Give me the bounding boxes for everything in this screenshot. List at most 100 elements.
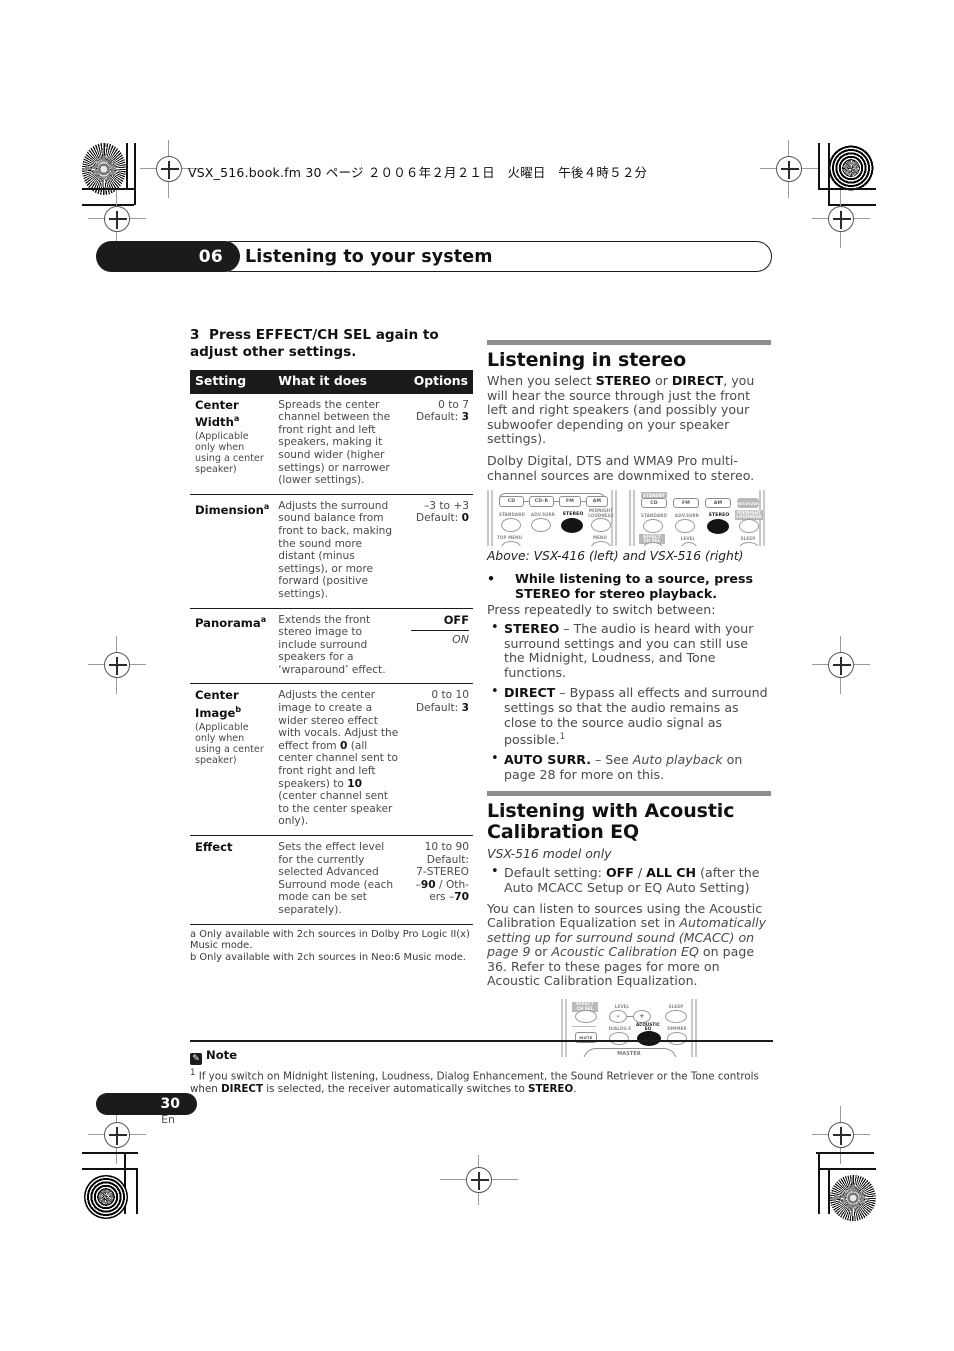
eq-default-mid: /: [633, 864, 647, 880]
button-midnight-loudness[interactable]: [591, 518, 611, 533]
options-line3-post: / Oth-: [435, 878, 469, 891]
table-row: Effect Sets the effect level for the cur…: [190, 834, 473, 924]
option-off: OFF: [443, 612, 469, 627]
stereo-mode-list: STEREO – The audio is heard with your su…: [487, 621, 771, 783]
print-file-line: VSX_516.book.fm 30 ページ ２００６年２月２１日 火曜日 午後…: [188, 165, 648, 180]
label-dimmer: DIMMER: [667, 1026, 687, 1032]
step-3: 3 Press EFFECT/CH SEL again to adjust oth…: [190, 327, 473, 361]
source-button-cdr[interactable]: CD-R: [529, 496, 554, 508]
cell-setting: Effect: [190, 834, 274, 924]
note-text-mid: is selected, the receiver automatically …: [263, 1082, 529, 1095]
note-text-post: .: [573, 1082, 577, 1095]
desc-value-10: 10: [347, 777, 362, 790]
setting-name-text: Dimension: [195, 502, 264, 517]
options-default-label: Default:: [415, 512, 459, 525]
cell-description: Adjusts the surround sound balance from …: [273, 493, 406, 608]
registration-mark-midleft: [104, 652, 130, 678]
button-level-plus[interactable]: [681, 542, 697, 547]
options-default-label: Default:: [415, 702, 459, 715]
label-dialog-e: DIALOG E: [608, 1026, 632, 1032]
button-midnight-loudness[interactable]: [739, 519, 759, 534]
lead-bullet-press-stereo: • While listening to a source, press STER…: [487, 571, 771, 601]
setting-name: Center Imageb: [195, 688, 241, 720]
bullet-dot: •: [487, 571, 496, 587]
mode-desc-italic-ref: Auto playback: [632, 752, 723, 768]
source-button-fm[interactable]: FM: [673, 498, 699, 509]
source-button-am[interactable]: AM: [586, 496, 608, 508]
eq-title-line2: Calibration EQ: [487, 820, 640, 843]
footnote-ref-a: a: [260, 615, 267, 625]
source-button-receiver[interactable]: RECEIVER: [737, 498, 759, 509]
label-sleep: SLEEP: [668, 1004, 684, 1010]
p1-bold-stereo: STEREO: [595, 373, 652, 388]
registration-mark-top: [156, 156, 182, 182]
section-title-listening-in-stereo: Listening in stereo: [487, 349, 687, 371]
note-bold-direct: DIRECT: [221, 1082, 264, 1095]
cell-setting: Center Widtha (Applicable only when usin…: [190, 394, 273, 495]
button-advsurr[interactable]: [531, 518, 551, 533]
button-effect-ch-sel[interactable]: [575, 1010, 597, 1024]
col-header-what: What it does: [273, 370, 406, 394]
step-text: Press EFFECT/CH SEL again to adjust othe…: [190, 327, 439, 360]
label-stereo: STEREO: [707, 513, 731, 519]
p1-mid: or: [651, 373, 672, 388]
label-advsurr: ADV.SURR: [530, 512, 556, 518]
source-button-fm[interactable]: FM: [559, 496, 581, 508]
eq-default-list: Default setting: OFF / ALL CH (after the…: [487, 864, 771, 896]
button-stereo-selected[interactable]: [561, 518, 583, 534]
remote-figure-pair: CD CD-R FM AM STANDARD ADV.SURR STEREO M…: [487, 490, 771, 547]
label-level-plus: +: [639, 1013, 645, 1021]
col-header-options: Options: [405, 370, 473, 394]
section-title-acoustic-eq: Listening with Acoustic Calibration EQ: [487, 800, 771, 843]
source-button-cd[interactable]: CD: [641, 498, 667, 509]
setting-name: Effect: [195, 840, 233, 854]
button-sleep[interactable]: [739, 542, 759, 547]
remote-illustration-vsx516: STANDBY CD FM AM RECEIVER STANDARD ADV.S…: [629, 490, 765, 547]
table-row: Center Imageb (Applicable only when usin…: [190, 683, 473, 836]
label-standby: STANDBY: [641, 492, 667, 498]
registration-mark-topright2: [828, 206, 854, 232]
table-row: Panoramaa Extends the front stereo image…: [190, 607, 473, 684]
table-header-row: Setting What it does Options: [190, 370, 473, 394]
registration-mark-botcenter: [466, 1167, 492, 1193]
label-surround: [572, 1026, 596, 1027]
setting-name-text: Panorama: [195, 616, 261, 631]
button-top-menu[interactable]: [501, 541, 521, 547]
crop-mark-topright-2: [818, 188, 876, 190]
source-button-am[interactable]: AM: [705, 498, 731, 509]
button-advsurr[interactable]: [675, 519, 695, 534]
note-heading: ✎ Note: [190, 1044, 773, 1065]
options-range: –3 to +3: [423, 499, 469, 512]
footnote-ref-1: 1: [559, 732, 565, 743]
figure-caption: Above: VSX-416 (left) and VSX-516 (right…: [487, 549, 744, 564]
lead-bullet-text: While listening to a source, press STERE…: [515, 571, 753, 602]
setting-name: Panoramaa: [195, 616, 266, 630]
crop-mark-botleft-4: [136, 1168, 138, 1214]
table-footnote-b: b Only available with 2ch sources in Neo…: [190, 951, 466, 963]
label-sleep: SLEEP: [740, 536, 756, 542]
button-sleep[interactable]: [665, 1010, 687, 1024]
stereo-intro-paragraph: When you select STEREO or DIRECT, you wi…: [487, 373, 771, 447]
button-standard[interactable]: [501, 518, 521, 533]
footnote-ref-a: a: [233, 414, 240, 424]
source-button-cd[interactable]: CD: [499, 496, 524, 508]
page-folio: 30: [96, 1093, 197, 1115]
options-default-value: 3: [461, 411, 469, 424]
col-header-setting: Setting: [190, 370, 274, 394]
cell-setting: Dimensiona: [190, 493, 274, 608]
crop-mark-topleft: [126, 143, 128, 189]
options-mode-name: 7-STEREO: [416, 866, 469, 879]
button-standard[interactable]: [643, 519, 663, 534]
crop-mark-botleft: [82, 1152, 138, 1154]
eq-body-paragraph: You can listen to sources using the Acou…: [487, 901, 771, 990]
setting-name: Dimensiona: [195, 502, 269, 517]
options-default-value: 3: [461, 702, 469, 715]
button-menu[interactable]: [591, 541, 611, 547]
button-stereo-selected[interactable]: [707, 519, 729, 535]
options-range: 0 to 10: [431, 689, 469, 702]
step-number: 3: [190, 327, 200, 343]
label-level: LEVEL: [614, 1004, 630, 1010]
button-effect-ch-sel[interactable]: [643, 542, 663, 547]
left-column: 3 Press EFFECT/CH SEL again to adjust oth…: [190, 327, 473, 963]
registration-mark-botright: [828, 1122, 854, 1148]
